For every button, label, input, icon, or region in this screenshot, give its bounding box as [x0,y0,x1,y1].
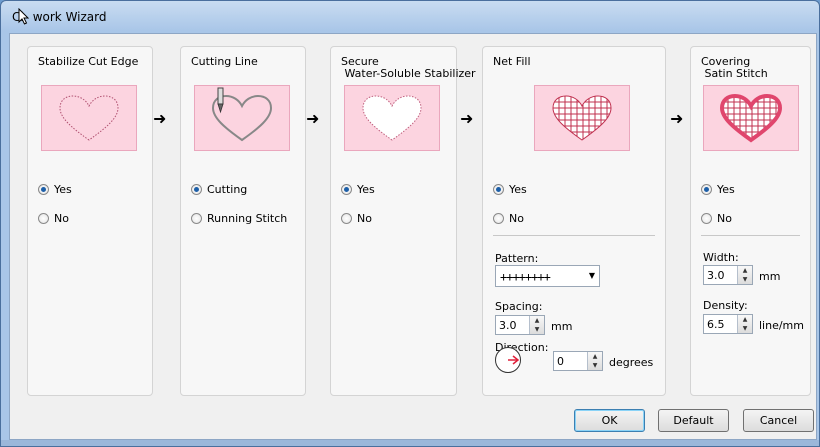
radio-button-selected[interactable] [701,184,712,195]
radio-label: Cutting [207,183,248,196]
direction-stepper[interactable]: 0 ▲ ▼ [553,351,603,371]
radio-label: Yes [717,183,735,196]
radio-label: Yes [357,183,375,196]
radio-label: No [509,212,524,225]
spin-up-icon[interactable]: ▲ [738,266,752,275]
panel-net-fill: Net Fill Yes No Pattern: ++++++++ ▼ Spac… [482,46,666,396]
panel-secure-stabilizer: Secure Water-Soluble Stabilizer Yes No [330,46,476,396]
pattern-dropdown[interactable]: ++++++++ ▼ [495,265,600,287]
dialog-client-area: Stabilize Cut Edge Yes No ➜ Cutting Line [9,33,817,440]
radio-button[interactable] [191,213,202,224]
radio-label: Yes [54,183,72,196]
radio-secure-no[interactable]: No [341,212,372,225]
spin-up-icon[interactable]: ▲ [530,316,544,325]
separator [701,235,800,236]
net-fill-illustration [534,85,630,151]
right-arrow-icon: ➜ [670,109,684,128]
pattern-value: ++++++++ [500,270,551,284]
width-stepper[interactable]: 3.0 ▲ ▼ [703,265,753,285]
separator [493,235,655,236]
panel-title: Secure Water-Soluble Stabilizer [341,55,476,80]
stabilize-cut-edge-illustration [41,85,137,151]
spin-up-icon[interactable]: ▲ [738,315,752,324]
width-unit: mm [759,270,781,283]
title-bar[interactable]: Cl work Wizard [1,1,819,33]
radio-label: No [357,212,372,225]
secure-stabilizer-illustration [344,85,440,151]
spin-down-icon[interactable]: ▼ [738,324,752,333]
default-button[interactable]: Default [658,409,729,432]
radio-secure-yes[interactable]: Yes [341,183,375,196]
direction-unit: degrees [609,356,654,369]
chevron-down-icon: ▼ [588,271,595,280]
panel-covering-satin-stitch: Covering Satin Stitch Yes No Width: 3.0 … [690,46,811,396]
radio-button-selected[interactable] [38,184,49,195]
radio-cutting[interactable]: Cutting [191,183,247,196]
radio-label: Running Stitch [207,212,288,225]
radio-satin-no[interactable]: No [701,212,732,225]
radio-satin-yes[interactable]: Yes [701,183,735,196]
radio-button[interactable] [701,213,712,224]
panel-title: Net Fill [493,55,531,68]
density-value[interactable]: 6.5 [707,318,725,331]
spin-up-icon[interactable]: ▲ [588,352,602,361]
radio-stabilize-yes[interactable]: Yes [38,183,72,196]
spacing-unit: mm [551,320,573,333]
cancel-button[interactable]: Cancel [743,409,814,432]
direction-dial[interactable] [495,347,521,373]
mouse-cursor-icon [18,8,30,25]
radio-button-selected[interactable] [191,184,202,195]
panel-stabilize-cut-edge: Stabilize Cut Edge Yes No [27,46,153,396]
radio-label: No [717,212,732,225]
radio-net-fill-yes[interactable]: Yes [493,183,527,196]
satin-stitch-illustration [703,85,799,151]
panel-title: Stabilize Cut Edge [38,55,139,68]
radio-button[interactable] [341,213,352,224]
panel-title: Covering Satin Stitch [701,55,768,80]
right-arrow-icon: ➜ [460,109,474,128]
spin-down-icon[interactable]: ▼ [738,275,752,284]
density-unit: line/mm [759,319,804,332]
radio-button-selected[interactable] [493,184,504,195]
spacing-value[interactable]: 3.0 [499,319,517,332]
cutting-line-illustration [194,85,290,151]
width-label: Width: [703,251,739,264]
radio-button[interactable] [38,213,49,224]
density-label: Density: [703,299,748,312]
spacing-label: Spacing: [495,300,543,313]
right-arrow-icon: ➜ [153,109,167,128]
density-stepper[interactable]: 6.5 ▲ ▼ [703,314,753,334]
radio-button-selected[interactable] [341,184,352,195]
radio-net-fill-no[interactable]: No [493,212,524,225]
right-arrow-icon: ➜ [306,109,320,128]
spin-down-icon[interactable]: ▼ [530,325,544,334]
width-value[interactable]: 3.0 [707,269,725,282]
radio-stabilize-no[interactable]: No [38,212,69,225]
spacing-stepper[interactable]: 3.0 ▲ ▼ [495,315,545,335]
direction-value[interactable]: 0 [557,355,564,368]
panel-title: Cutting Line [191,55,258,68]
radio-button[interactable] [493,213,504,224]
panel-cutting-line: Cutting Line Cutting Running Stitch [180,46,306,396]
pattern-label: Pattern: [495,252,539,265]
ok-button[interactable]: OK [574,409,645,432]
radio-running-stitch[interactable]: Running Stitch [191,212,287,225]
spin-down-icon[interactable]: ▼ [588,361,602,370]
window-bottom-border [1,440,819,446]
radio-label: No [54,212,69,225]
radio-label: Yes [509,183,527,196]
clwork-wizard-window: Cl work Wizard Stabilize Cut Edge Yes No … [0,0,820,447]
